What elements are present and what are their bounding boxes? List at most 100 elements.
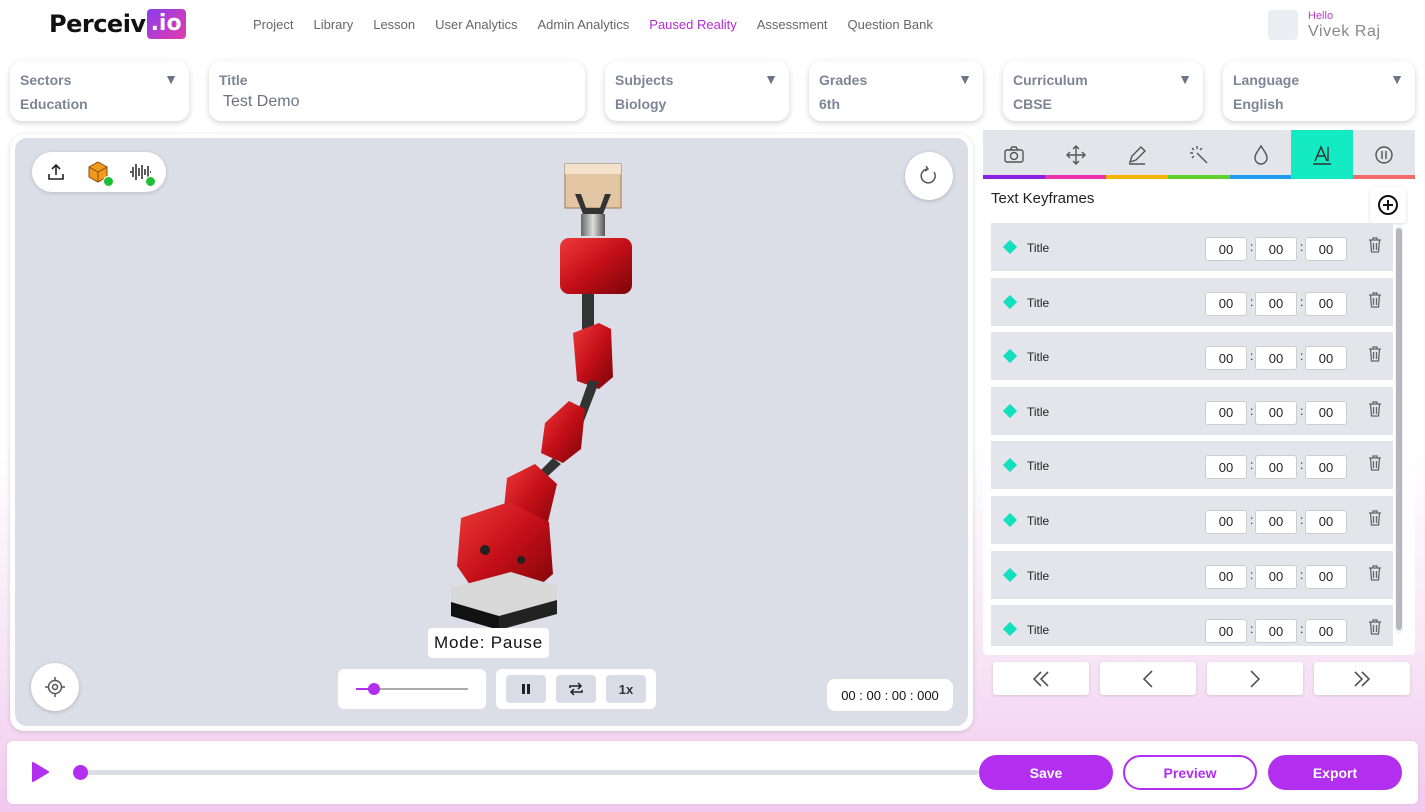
reset-view-button[interactable] bbox=[905, 152, 953, 200]
keyframe-scrollbar[interactable] bbox=[1395, 226, 1403, 634]
scene-viewport[interactable]: Mode: Pause 1x 00 : 00 : 00 : 000 bbox=[15, 138, 968, 726]
keyframe-row[interactable]: Title 00 : 00 : 00 bbox=[991, 605, 1393, 646]
delete-keyframe-button[interactable] bbox=[1368, 401, 1382, 422]
minutes-input[interactable]: 00 bbox=[1255, 509, 1297, 534]
seconds-input[interactable]: 00 bbox=[1305, 509, 1347, 534]
grades-label: Grades bbox=[819, 72, 868, 88]
keyframe-row[interactable]: Title 00 : 00 : 00 bbox=[991, 386, 1393, 435]
tab-draw[interactable] bbox=[1106, 130, 1169, 179]
seconds-input[interactable]: 00 bbox=[1305, 346, 1347, 371]
keyframe-row[interactable]: Title 00 : 00 : 00 bbox=[991, 550, 1393, 599]
save-button[interactable]: Save bbox=[979, 755, 1113, 790]
seconds-input[interactable]: 00 bbox=[1305, 291, 1347, 316]
hours-input[interactable]: 00 bbox=[1205, 237, 1247, 261]
hours-input[interactable]: 00 bbox=[1205, 509, 1247, 534]
robot-arm-model bbox=[451, 163, 632, 630]
tab-move[interactable] bbox=[1044, 130, 1107, 179]
tab-camera[interactable] bbox=[983, 130, 1045, 179]
text-icon bbox=[1313, 144, 1332, 165]
seconds-input[interactable]: 00 bbox=[1305, 400, 1347, 425]
tab-pause-reality[interactable] bbox=[1353, 130, 1415, 179]
seconds-input[interactable]: 00 bbox=[1305, 564, 1347, 589]
upload-icon[interactable] bbox=[42, 158, 70, 186]
keyframe-diamond-icon bbox=[1002, 294, 1018, 309]
hours-input[interactable]: 00 bbox=[1205, 400, 1247, 425]
logo[interactable]: Perceiv .io bbox=[49, 8, 186, 40]
tab-text[interactable] bbox=[1291, 130, 1354, 179]
tab-material[interactable] bbox=[1229, 130, 1292, 179]
seconds-input[interactable]: 00 bbox=[1305, 455, 1347, 480]
prev-page-button[interactable] bbox=[1100, 662, 1196, 695]
audio-wave-icon[interactable] bbox=[126, 158, 156, 187]
speed-button[interactable]: 1x bbox=[606, 675, 646, 703]
keyframe-row[interactable]: Title 00 : 00 : 00 bbox=[991, 332, 1393, 381]
language-dropdown[interactable]: Language English ▼ bbox=[1223, 61, 1415, 121]
last-page-button[interactable] bbox=[1314, 662, 1410, 695]
minutes-input[interactable]: 00 bbox=[1255, 564, 1297, 589]
minutes-input[interactable]: 00 bbox=[1255, 619, 1297, 644]
delete-keyframe-button[interactable] bbox=[1368, 291, 1382, 313]
nav-admin-analytics[interactable]: Admin Analytics bbox=[538, 17, 630, 32]
keyframe-row[interactable]: Title 00 : 00 : 00 bbox=[991, 495, 1393, 544]
recenter-button[interactable] bbox=[31, 663, 79, 711]
avatar[interactable] bbox=[1268, 10, 1298, 40]
keyframe-diamond-icon bbox=[1002, 622, 1018, 637]
keyframe-row[interactable]: Title 00 : 00 : 00 bbox=[991, 277, 1393, 326]
repeat-icon bbox=[569, 682, 583, 696]
nav-question-bank[interactable]: Question Bank bbox=[848, 17, 933, 32]
preview-button[interactable]: Preview bbox=[1123, 755, 1257, 790]
tab-effects[interactable] bbox=[1168, 130, 1230, 179]
export-button[interactable]: Export bbox=[1268, 755, 1402, 790]
minutes-input[interactable]: 00 bbox=[1255, 346, 1297, 371]
curriculum-dropdown[interactable]: Curriculum CBSE ▼ bbox=[1003, 61, 1203, 121]
loop-button[interactable] bbox=[556, 675, 596, 703]
delete-keyframe-button[interactable] bbox=[1368, 619, 1382, 640]
nav-lesson[interactable]: Lesson bbox=[373, 17, 415, 32]
minutes-input[interactable]: 00 bbox=[1255, 237, 1297, 261]
hours-input[interactable]: 00 bbox=[1205, 291, 1247, 316]
delete-keyframe-button[interactable] bbox=[1368, 237, 1382, 258]
subjects-dropdown[interactable]: Subjects Biology ▼ bbox=[605, 61, 789, 121]
time-separator: : bbox=[1250, 458, 1254, 473]
nav-assessment[interactable]: Assessment bbox=[757, 17, 828, 32]
sectors-dropdown[interactable]: Sectors Education ▼ bbox=[10, 61, 189, 121]
timeline-playhead[interactable] bbox=[73, 765, 88, 780]
nav-project[interactable]: Project bbox=[253, 17, 293, 32]
scrollbar-thumb[interactable] bbox=[1396, 228, 1402, 630]
nav-library[interactable]: Library bbox=[313, 17, 353, 32]
hours-input[interactable]: 00 bbox=[1205, 564, 1247, 589]
keyframe-row[interactable]: Title 00 : 00 : 00 bbox=[991, 223, 1393, 271]
hours-input[interactable]: 00 bbox=[1205, 619, 1247, 644]
plus-circle-icon bbox=[1378, 195, 1398, 215]
minutes-input[interactable]: 00 bbox=[1255, 400, 1297, 425]
first-page-button[interactable] bbox=[993, 662, 1089, 695]
speed-slider[interactable] bbox=[338, 669, 486, 709]
next-page-icon bbox=[1250, 669, 1261, 688]
delete-keyframe-button[interactable] bbox=[1368, 346, 1382, 367]
minutes-input[interactable]: 00 bbox=[1255, 455, 1297, 480]
title-input[interactable]: Test Demo bbox=[219, 93, 575, 111]
keyframes-heading: Text Keyframes bbox=[991, 190, 1095, 207]
minutes-input[interactable]: 00 bbox=[1255, 291, 1297, 316]
next-page-button[interactable] bbox=[1207, 662, 1303, 695]
timeline-track[interactable] bbox=[80, 770, 979, 775]
user-menu[interactable]: Hello Vivek Raj bbox=[1268, 10, 1381, 42]
pause-button[interactable] bbox=[506, 675, 546, 703]
play-button[interactable] bbox=[30, 761, 50, 788]
add-keyframe-button[interactable] bbox=[1370, 187, 1406, 223]
delete-keyframe-button[interactable] bbox=[1368, 510, 1382, 531]
delete-keyframe-button[interactable] bbox=[1368, 455, 1382, 476]
hours-input[interactable]: 00 bbox=[1205, 346, 1247, 371]
model-cube-icon[interactable] bbox=[84, 158, 114, 187]
keyframe-row[interactable]: Title 00 : 00 : 00 bbox=[991, 441, 1393, 490]
delete-keyframe-button[interactable] bbox=[1368, 564, 1382, 586]
seconds-input[interactable]: 00 bbox=[1305, 619, 1347, 644]
nav-paused-reality[interactable]: Paused Reality bbox=[649, 17, 736, 32]
subjects-label: Subjects bbox=[615, 72, 674, 88]
nav-user-analytics[interactable]: User Analytics bbox=[435, 17, 517, 32]
title-field[interactable]: Title Test Demo bbox=[209, 61, 585, 121]
hours-input[interactable]: 00 bbox=[1205, 455, 1247, 480]
grades-dropdown[interactable]: Grades 6th ▼ bbox=[809, 61, 983, 121]
seconds-input[interactable]: 00 bbox=[1305, 237, 1347, 261]
slider-handle[interactable] bbox=[368, 683, 380, 695]
